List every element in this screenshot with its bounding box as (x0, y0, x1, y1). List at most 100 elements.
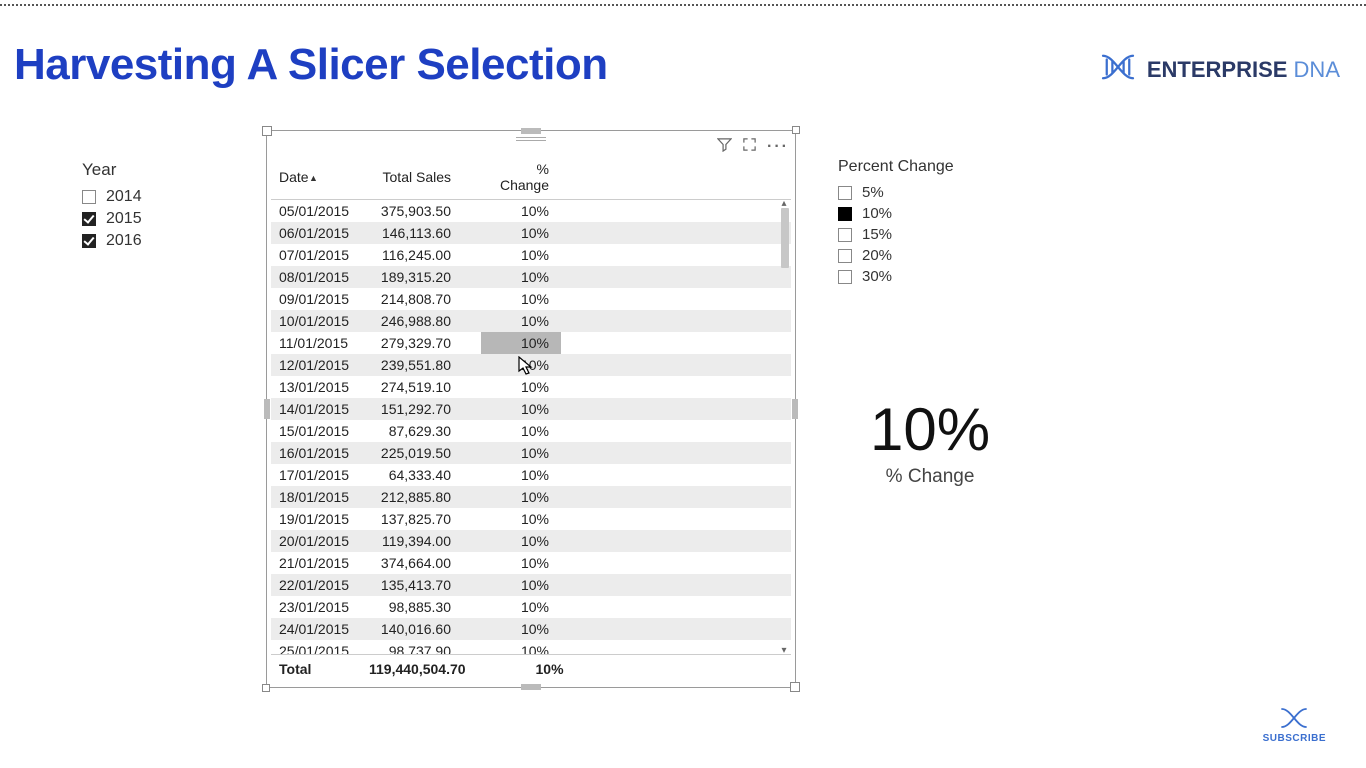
cell-date: 06/01/2015 (271, 222, 361, 244)
checkbox-icon[interactable] (82, 234, 96, 248)
table-row[interactable]: 23/01/2015 98,885.30 10% (271, 596, 791, 618)
percent-slicer-item[interactable]: 10% (838, 203, 1038, 224)
slicer-item-label: 30% (862, 268, 892, 285)
card-label: % Change (870, 466, 990, 488)
column-header-date[interactable]: Date (271, 157, 361, 200)
resize-handle[interactable] (262, 684, 270, 692)
table-row[interactable]: 24/01/2015 140,016.60 10% (271, 618, 791, 640)
more-options-icon[interactable]: ··· (767, 138, 789, 156)
table-row[interactable]: 06/01/2015 146,113.60 10% (271, 222, 791, 244)
cell-change: 10% (481, 222, 561, 244)
logo: ENTERPRISE DNA (1099, 52, 1340, 88)
table-row[interactable]: 08/01/2015 189,315.20 10% (271, 266, 791, 288)
slicer-item-label: 2014 (106, 188, 142, 206)
cell-sales: 239,551.80 (361, 354, 481, 376)
checkbox-icon[interactable] (838, 249, 852, 263)
percent-slicer-item[interactable]: 15% (838, 224, 1038, 245)
table-row[interactable]: 09/01/2015 214,808.70 10% (271, 288, 791, 310)
percent-change-slicer: Percent Change 5% 10% 15% 20% 30% (838, 158, 1038, 287)
resize-handle[interactable] (792, 126, 800, 134)
scroll-down-icon[interactable]: ▾ (779, 645, 789, 654)
checkbox-icon[interactable] (838, 207, 852, 221)
cell-sales: 246,988.80 (361, 310, 481, 332)
subscribe-badge[interactable]: SUBSCRIBE (1263, 705, 1326, 744)
cell-change: 10% (481, 552, 561, 574)
mouse-cursor-icon (518, 356, 534, 381)
cell-sales: 98,885.30 (361, 596, 481, 618)
logo-text: ENTERPRISE DNA (1147, 57, 1340, 83)
table-row[interactable]: 16/01/2015 225,019.50 10% (271, 442, 791, 464)
year-slicer-item[interactable]: 2014 (82, 186, 242, 208)
top-divider (0, 4, 1366, 6)
table-content: Date Total Sales % Change 05/01/2015 375… (271, 157, 791, 683)
table-row[interactable]: 10/01/2015 246,988.80 10% (271, 310, 791, 332)
table-visual[interactable]: ··· Date Total Sales % Change 05/01/2015… (266, 130, 796, 688)
scroll-thumb[interactable] (781, 208, 789, 268)
cell-sales: 375,903.50 (361, 200, 481, 222)
table-row[interactable]: 11/01/2015 279,329.70 10% (271, 332, 791, 354)
cell-sales: 274,519.10 (361, 376, 481, 398)
cell-date: 24/01/2015 (271, 618, 361, 640)
slicer-item-label: 10% (862, 205, 892, 222)
total-change: 10% (496, 655, 576, 684)
slicer-item-label: 20% (862, 247, 892, 264)
table-row[interactable]: 25/01/2015 98,737.90 10% (271, 640, 791, 654)
subscribe-label: SUBSCRIBE (1263, 733, 1326, 744)
percent-slicer-item[interactable]: 20% (838, 245, 1038, 266)
cell-date: 09/01/2015 (271, 288, 361, 310)
card-value: 10% (870, 395, 990, 464)
table-row[interactable]: 15/01/2015 87,629.30 10% (271, 420, 791, 442)
cell-date: 25/01/2015 (271, 640, 361, 654)
cell-sales: 140,016.60 (361, 618, 481, 640)
cell-sales: 98,737.90 (361, 640, 481, 654)
cell-sales: 135,413.70 (361, 574, 481, 596)
slicer-item-label: 5% (862, 184, 884, 201)
resize-handle[interactable] (792, 399, 798, 419)
scrollbar[interactable]: ▴ ▾ (779, 200, 789, 654)
percent-slicer-title: Percent Change (838, 158, 1038, 176)
column-header-total-sales[interactable]: Total Sales (361, 157, 481, 200)
resize-handle[interactable] (521, 684, 541, 690)
year-slicer-item[interactable]: 2015 (82, 208, 242, 230)
slicer-item-label: 15% (862, 226, 892, 243)
cell-sales: 225,019.50 (361, 442, 481, 464)
cell-date: 16/01/2015 (271, 442, 361, 464)
drag-handle-icon[interactable] (516, 137, 546, 141)
checkbox-icon[interactable] (838, 228, 852, 242)
logo-text-1: ENTERPRISE (1147, 57, 1288, 82)
focus-mode-icon[interactable] (742, 137, 757, 156)
year-slicer-item[interactable]: 2016 (82, 230, 242, 252)
cell-change: 10% (481, 244, 561, 266)
percent-change-card: 10% % Change (870, 395, 990, 488)
cell-sales: 214,808.70 (361, 288, 481, 310)
table-row[interactable]: 07/01/2015 116,245.00 10% (271, 244, 791, 266)
table-row[interactable]: 18/01/2015 212,885.80 10% (271, 486, 791, 508)
table-row[interactable]: 14/01/2015 151,292.70 10% (271, 398, 791, 420)
checkbox-icon[interactable] (82, 190, 96, 204)
percent-slicer-item[interactable]: 30% (838, 266, 1038, 287)
cell-change: 10% (481, 420, 561, 442)
cell-date: 17/01/2015 (271, 464, 361, 486)
table-row[interactable]: 22/01/2015 135,413.70 10% (271, 574, 791, 596)
table-row[interactable]: 21/01/2015 374,664.00 10% (271, 552, 791, 574)
table-row[interactable]: 20/01/2015 119,394.00 10% (271, 530, 791, 552)
cell-date: 21/01/2015 (271, 552, 361, 574)
cell-change: 10% (481, 530, 561, 552)
checkbox-icon[interactable] (838, 186, 852, 200)
filter-icon[interactable] (717, 137, 732, 156)
cell-change: 10% (481, 486, 561, 508)
table-row[interactable]: 19/01/2015 137,825.70 10% (271, 508, 791, 530)
table-row[interactable]: 05/01/2015 375,903.50 10% (271, 200, 791, 222)
resize-handle[interactable] (264, 399, 270, 419)
checkbox-icon[interactable] (838, 270, 852, 284)
cell-date: 07/01/2015 (271, 244, 361, 266)
slicer-item-label: 2016 (106, 232, 142, 250)
column-header-percent-change[interactable]: % Change (481, 157, 561, 200)
cell-date: 10/01/2015 (271, 310, 361, 332)
cell-change: 10% (481, 618, 561, 640)
cell-sales: 119,394.00 (361, 530, 481, 552)
resize-handle[interactable] (521, 128, 541, 134)
percent-slicer-item[interactable]: 5% (838, 182, 1038, 203)
checkbox-icon[interactable] (82, 212, 96, 226)
table-row[interactable]: 17/01/2015 64,333.40 10% (271, 464, 791, 486)
